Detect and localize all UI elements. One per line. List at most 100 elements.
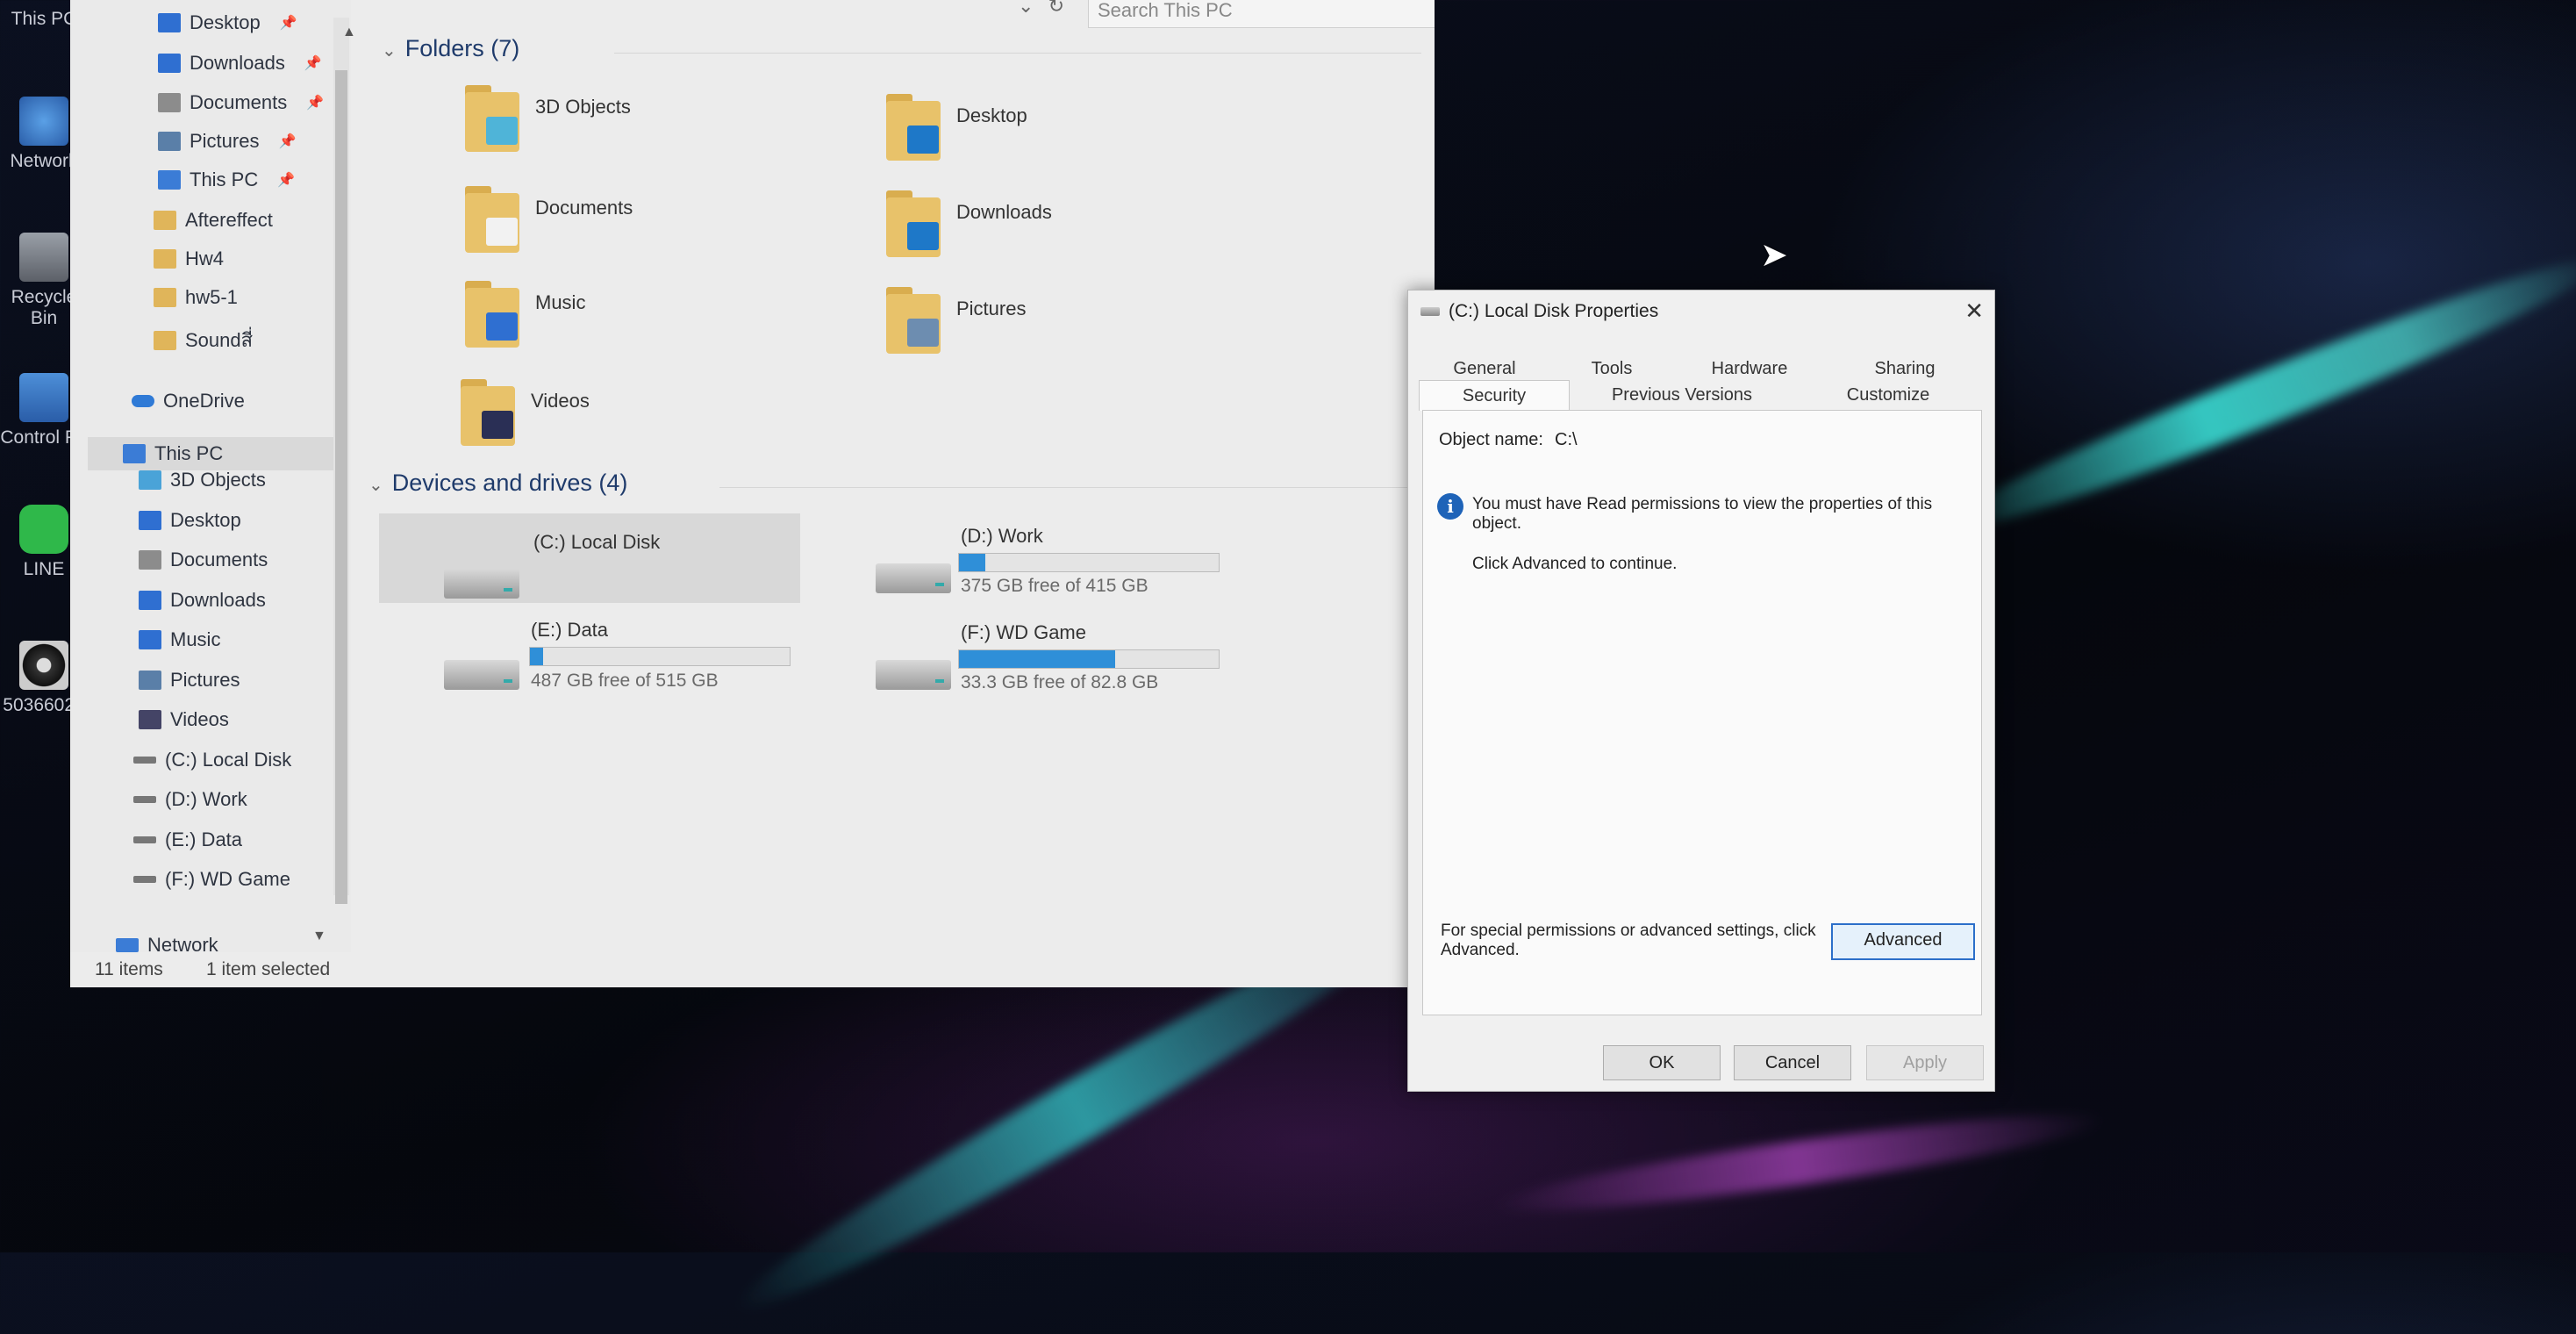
folder-tile[interactable]: 3D Objects bbox=[465, 83, 631, 152]
nav-item-label: Hw4 bbox=[185, 247, 225, 269]
nav-item-this-pc[interactable]: This PC bbox=[88, 437, 333, 470]
nav-item-label: hw5-1 bbox=[185, 286, 238, 308]
nav-item-this-pc-child[interactable]: Pictures bbox=[139, 669, 240, 692]
folder-icon bbox=[139, 630, 161, 649]
network-icon bbox=[116, 938, 139, 952]
hard-drive-icon[interactable] bbox=[876, 660, 951, 690]
drive-label[interactable]: (F:) WD Game bbox=[961, 621, 1086, 644]
desktop-folder-icon bbox=[886, 92, 941, 161]
tab-general[interactable]: General bbox=[1419, 355, 1550, 382]
folder-label: 3D Objects bbox=[535, 96, 631, 118]
drive-tile-selected[interactable] bbox=[379, 513, 800, 603]
tab-security[interactable]: Security bbox=[1419, 380, 1570, 411]
disc-file-icon bbox=[19, 641, 68, 690]
line-app-icon bbox=[19, 505, 68, 554]
nav-item-this-pc-child[interactable]: 3D Objects bbox=[139, 469, 266, 491]
folders-section-header[interactable]: ⌄ Folders (7) bbox=[382, 35, 519, 62]
nav-item-quick-access[interactable]: hw5-1 bbox=[154, 286, 238, 309]
close-icon[interactable]: ✕ bbox=[1964, 298, 1984, 325]
info-icon: i bbox=[1437, 493, 1463, 520]
pin-icon[interactable]: 📌 bbox=[306, 94, 324, 111]
folder-tile[interactable]: Pictures bbox=[886, 285, 1026, 354]
nav-item-quick-access[interactable]: Soundสี่ bbox=[154, 325, 253, 355]
folder-label: Videos bbox=[531, 390, 590, 412]
tab-sharing[interactable]: Sharing bbox=[1826, 355, 1984, 382]
drive-icon bbox=[133, 796, 156, 803]
hard-drive-icon[interactable] bbox=[876, 563, 951, 593]
folder-tile[interactable]: Desktop bbox=[886, 92, 1027, 161]
refresh-icon[interactable]: ↻ bbox=[1048, 0, 1064, 17]
folder-tile[interactable]: Downloads bbox=[886, 189, 1052, 257]
folder-tile[interactable]: Videos bbox=[461, 377, 590, 446]
hard-drive-icon[interactable] bbox=[444, 660, 519, 690]
tab-previous-versions[interactable]: Previous Versions bbox=[1568, 380, 1796, 410]
pin-icon[interactable]: 📌 bbox=[304, 54, 322, 72]
tab-hardware[interactable]: Hardware bbox=[1673, 355, 1826, 382]
ok-button[interactable]: OK bbox=[1603, 1045, 1721, 1080]
folder-icon bbox=[158, 170, 181, 190]
onedrive-icon bbox=[132, 395, 154, 407]
selection-count: 1 item selected bbox=[206, 959, 331, 979]
nav-item-quick-access[interactable]: This PC 📌 bbox=[158, 169, 295, 191]
folder-icon bbox=[139, 670, 161, 690]
address-dropdown-icon[interactable]: ⌄ bbox=[1018, 0, 1034, 17]
scroll-up-icon[interactable]: ▲ bbox=[342, 25, 356, 40]
nav-item-this-pc-child[interactable]: Music bbox=[139, 628, 220, 651]
nav-scrollbar-thumb[interactable] bbox=[335, 70, 347, 904]
nav-item-quick-access[interactable]: Documents 📌 bbox=[158, 91, 324, 114]
pin-icon[interactable]: 📌 bbox=[278, 133, 296, 150]
tab-customize[interactable]: Customize bbox=[1796, 380, 1980, 410]
nav-item-label: Documents bbox=[170, 549, 268, 570]
apply-button[interactable]: Apply bbox=[1866, 1045, 1984, 1080]
mouse-cursor: ➤ bbox=[1760, 237, 1788, 274]
music-folder-icon bbox=[465, 279, 519, 348]
folder-icon bbox=[139, 470, 161, 490]
folder-label: Desktop bbox=[956, 104, 1027, 126]
nav-item-this-pc-child[interactable]: Documents bbox=[139, 549, 268, 571]
nav-item-this-pc-child[interactable]: Downloads bbox=[139, 589, 266, 612]
hard-drive-icon[interactable] bbox=[444, 569, 519, 599]
folder-icon bbox=[158, 132, 181, 151]
nav-item-this-pc-child[interactable]: (F:) WD Game bbox=[133, 868, 290, 891]
nav-item-this-pc-child[interactable]: Desktop bbox=[139, 509, 241, 532]
nav-item-this-pc-child[interactable]: (D:) Work bbox=[133, 788, 247, 811]
nav-item-label: Pictures bbox=[170, 668, 240, 691]
chevron-down-icon: ⌄ bbox=[382, 41, 397, 61]
drive-label[interactable]: (E:) Data bbox=[531, 619, 608, 642]
nav-item-label: OneDrive bbox=[163, 390, 245, 412]
pin-icon[interactable]: 📌 bbox=[280, 14, 297, 32]
nav-item-quick-access[interactable]: Aftereffect bbox=[154, 209, 273, 232]
chevron-down-icon: ⌄ bbox=[369, 476, 383, 495]
folder-tile[interactable]: Documents bbox=[465, 184, 633, 253]
nav-item-quick-access[interactable]: Downloads 📌 bbox=[158, 52, 322, 75]
nav-item-this-pc-child[interactable]: (E:) Data bbox=[133, 828, 242, 851]
pin-icon[interactable]: 📌 bbox=[277, 171, 295, 189]
nav-item-label: (F:) WD Game bbox=[165, 868, 290, 890]
nav-item-this-pc-child[interactable]: Videos bbox=[139, 708, 229, 731]
drive-label[interactable]: (D:) Work bbox=[961, 525, 1043, 548]
folder-label: Pictures bbox=[956, 298, 1027, 319]
section-divider bbox=[614, 53, 1421, 54]
drive-label[interactable]: (C:) Local Disk bbox=[533, 531, 660, 554]
desktop-icon-label: Network bbox=[10, 151, 78, 171]
nav-item-this-pc-child[interactable]: (C:) Local Disk bbox=[133, 749, 291, 771]
nav-item-label: Desktop bbox=[190, 11, 261, 33]
nav-item-quick-access[interactable]: Hw4 bbox=[154, 247, 224, 270]
cancel-button[interactable]: Cancel bbox=[1734, 1045, 1851, 1080]
nav-item-onedrive[interactable]: OneDrive bbox=[132, 390, 245, 412]
nav-item-quick-access[interactable]: Pictures 📌 bbox=[158, 130, 296, 153]
nav-scrollbar[interactable] bbox=[333, 18, 349, 904]
search-input[interactable]: Search This PC ⚲ bbox=[1088, 0, 1435, 28]
network-icon bbox=[19, 97, 68, 146]
scroll-down-icon[interactable]: ▼ bbox=[312, 929, 326, 944]
nav-item-label: Music bbox=[170, 628, 221, 650]
tab-tools[interactable]: Tools bbox=[1550, 355, 1673, 382]
nav-item-label: (C:) Local Disk bbox=[165, 748, 292, 771]
nav-item-label: Videos bbox=[170, 708, 229, 730]
object-name-label: Object name: bbox=[1439, 430, 1543, 449]
drives-section-header[interactable]: ⌄ Devices and drives (4) bbox=[369, 470, 627, 497]
folder-icon bbox=[158, 93, 181, 112]
nav-item-quick-access[interactable]: Desktop 📌 bbox=[158, 11, 297, 34]
advanced-button[interactable]: Advanced bbox=[1831, 923, 1975, 960]
folder-tile[interactable]: Music bbox=[465, 279, 585, 348]
